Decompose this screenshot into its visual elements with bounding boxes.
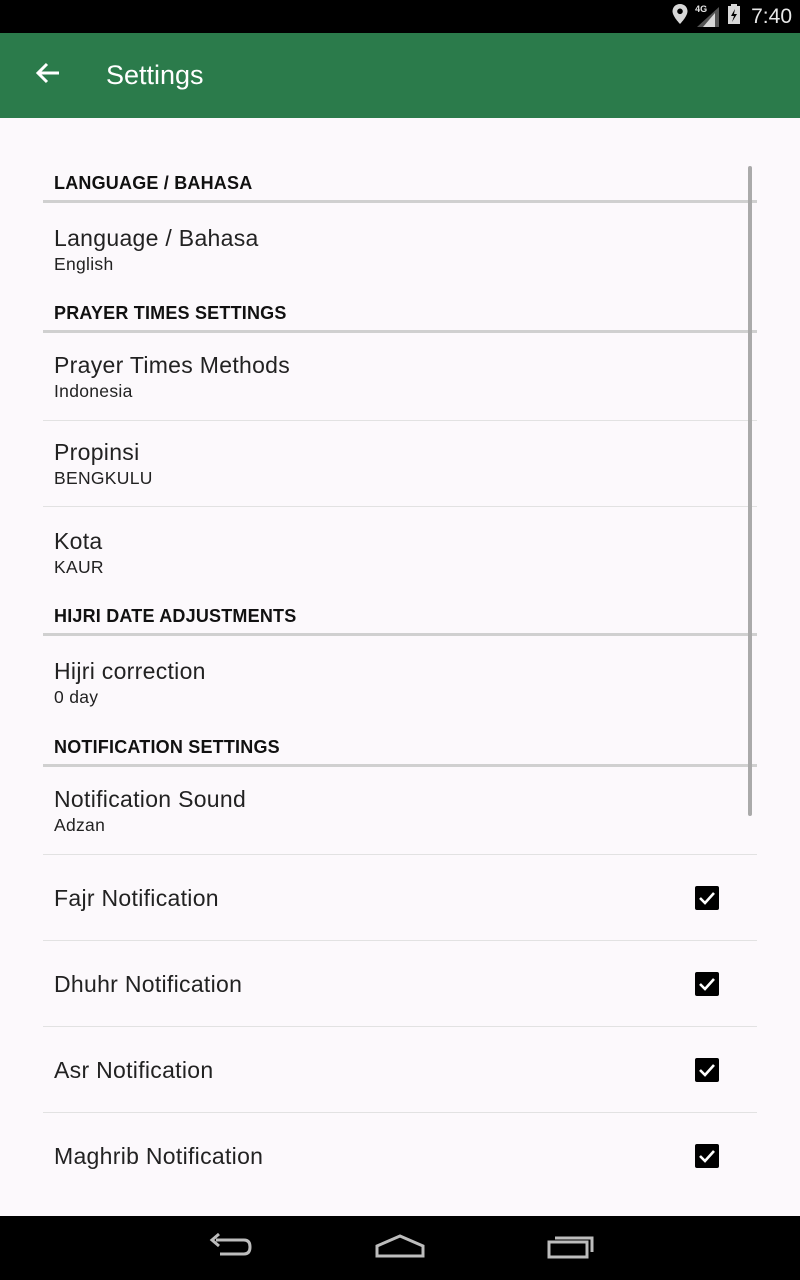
home-icon: [374, 1232, 426, 1265]
dhuhr-checkbox[interactable]: [695, 971, 719, 996]
section-header-notification: NOTIFICATION SETTINGS: [43, 730, 757, 767]
fajr-checkbox[interactable]: [695, 885, 719, 910]
pref-summary: BENGKULU: [54, 467, 153, 488]
pref-city[interactable]: Kota KAUR: [43, 507, 757, 599]
pref-summary: KAUR: [54, 557, 104, 577]
pref-summary: 0 day: [54, 687, 99, 707]
signal-icon: 4G: [695, 3, 721, 29]
pref-maghrib-notification[interactable]: Maghrib Notification: [43, 1113, 757, 1199]
pref-province[interactable]: Propinsi BENGKULU: [43, 421, 757, 507]
nav-back-button[interactable]: [170, 1216, 290, 1280]
pref-dhuhr-notification[interactable]: Dhuhr Notification: [43, 941, 757, 1027]
pref-title: Propinsi: [54, 438, 140, 465]
pref-title: Kota: [54, 528, 103, 554]
asr-checkbox[interactable]: [695, 1057, 719, 1082]
pref-language[interactable]: Language / Bahasa English: [43, 203, 757, 296]
settings-content: LANGUAGE / BAHASA Language / Bahasa Engl…: [0, 118, 800, 1216]
page-title: Settings: [106, 60, 204, 90]
checkmark-icon: [699, 891, 715, 905]
nav-home-button[interactable]: [340, 1216, 460, 1280]
pref-title: Notification Sound: [54, 785, 247, 812]
pref-summary: Adzan: [54, 814, 106, 835]
location-icon: [671, 3, 689, 30]
pref-hijri-correction[interactable]: Hijri correction 0 day: [43, 636, 757, 730]
checkbox-label: Asr Notification: [54, 1056, 214, 1083]
checkbox-label: Maghrib Notification: [54, 1143, 264, 1169]
status-bar: 4G 7:40: [0, 0, 800, 33]
network-type-label: 4G: [695, 3, 708, 14]
pref-summary: English: [54, 253, 114, 274]
section-header-prayer: PRAYER TIMES SETTINGS: [43, 296, 757, 333]
pref-prayer-method[interactable]: Prayer Times Methods Indonesia: [43, 333, 757, 421]
recents-icon: [546, 1232, 594, 1265]
checkbox-label: Dhuhr Notification: [54, 970, 243, 997]
nav-recents-button[interactable]: [510, 1216, 630, 1280]
checkbox-label: Fajr Notification: [54, 884, 219, 911]
pref-notification-sound[interactable]: Notification Sound Adzan: [43, 767, 757, 855]
checkmark-icon: [699, 1150, 715, 1163]
status-time: 7:40: [751, 4, 792, 28]
app-bar: Settings: [0, 33, 800, 118]
battery-icon: [727, 3, 741, 30]
section-header-hijri: HIJRI DATE ADJUSTMENTS: [43, 599, 757, 636]
checkmark-icon: [699, 1063, 715, 1077]
checkmark-icon: [699, 977, 715, 991]
settings-list: LANGUAGE / BAHASA Language / Bahasa Engl…: [43, 166, 757, 1199]
section-header-language: LANGUAGE / BAHASA: [43, 166, 757, 203]
pref-title: Hijri correction: [54, 658, 206, 684]
status-icons: 4G 7:40: [671, 0, 792, 33]
pref-title: Language / Bahasa: [54, 224, 259, 251]
back-icon: [206, 1232, 254, 1265]
arrow-back-icon: [35, 62, 61, 89]
pref-summary: Indonesia: [54, 380, 133, 401]
back-button[interactable]: [0, 33, 96, 118]
scrollbar[interactable]: [748, 166, 752, 816]
pref-fajr-notification[interactable]: Fajr Notification: [43, 855, 757, 941]
pref-title: Prayer Times Methods: [54, 351, 291, 378]
navigation-bar: [0, 1216, 800, 1280]
maghrib-checkbox[interactable]: [695, 1144, 719, 1168]
pref-asr-notification[interactable]: Asr Notification: [43, 1027, 757, 1113]
